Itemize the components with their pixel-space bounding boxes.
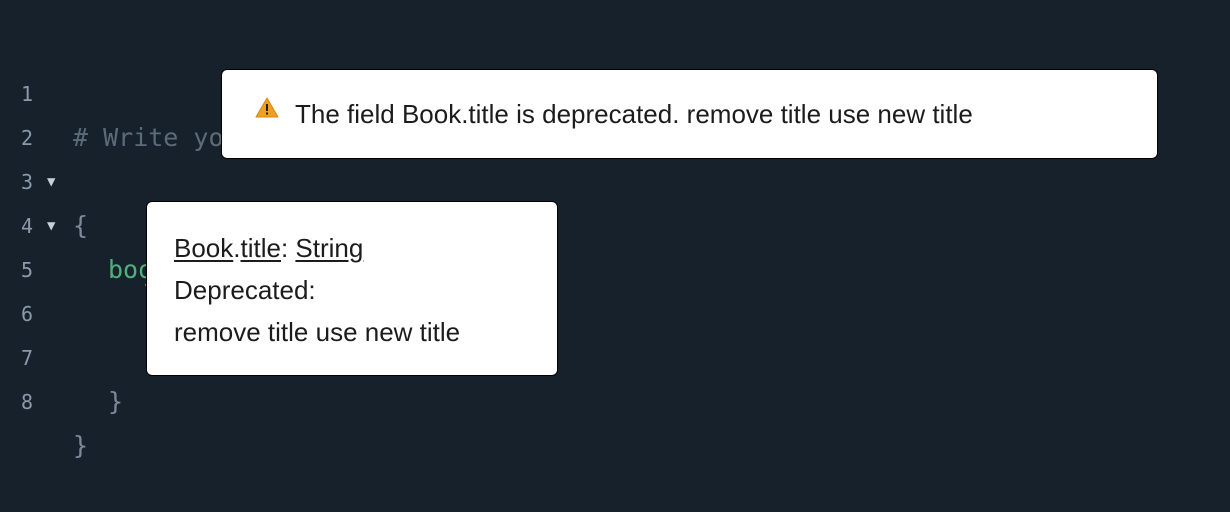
type-link[interactable]: Book <box>174 233 233 263</box>
close-brace: } <box>108 387 124 416</box>
lint-warning-tooltip: The field Book.title is deprecated. remo… <box>221 69 1158 159</box>
close-brace: } <box>73 431 89 460</box>
warning-message: The field Book.title is deprecated. remo… <box>295 98 973 129</box>
field-link[interactable]: title <box>241 233 281 263</box>
editor-line: 4 title <box>0 160 1230 284</box>
dot-separator: . <box>233 233 241 263</box>
line-number: 8 <box>20 390 34 414</box>
editor-line: 1 # Write your query or mutation here <box>0 28 1230 152</box>
deprecated-label: Deprecated: <box>174 275 316 305</box>
deprecation-reason: remove title use new title <box>174 317 461 347</box>
colon-separator: : <box>280 233 296 263</box>
field-signature: Book.title: String <box>174 227 530 269</box>
return-type-link[interactable]: String <box>295 233 363 263</box>
warning-icon <box>255 97 279 118</box>
field-info-tooltip: Book.title: String Deprecated: remove ti… <box>146 201 558 376</box>
